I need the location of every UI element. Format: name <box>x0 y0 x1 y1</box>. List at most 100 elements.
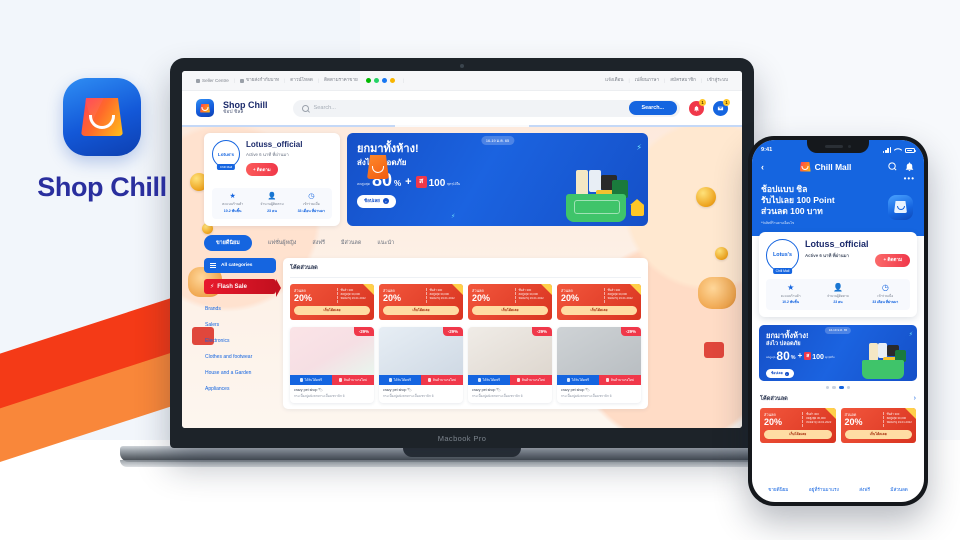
chevron-left-icon[interactable]: ‹ <box>761 162 764 172</box>
search-icon[interactable] <box>887 161 898 172</box>
stat-followers: 👤 จำนวนผู้ติดตาม 23 คน <box>814 283 861 305</box>
voucher-card[interactable]: ส่วนลด 20% ขั้นต่ำ 300 ลดสูงสุด 30,000 ห… <box>840 407 916 443</box>
flash-sale-button[interactable]: ⚡ Flash Sale <box>204 279 281 297</box>
carousel-dot[interactable] <box>832 385 836 389</box>
store-content: Lotus's Chill Mall Lotuss_official Activ… <box>204 133 648 410</box>
tab-free-shipping[interactable]: ส่งฟรี <box>312 239 325 247</box>
product-shop-name: crazy pet shop 🏷 <box>294 388 323 392</box>
search-input[interactable]: Search... <box>314 105 624 111</box>
tab-popular[interactable]: ขายดีนิยม <box>768 487 788 494</box>
voucher-collect-button[interactable]: เก็บโค้ดเลย <box>561 306 637 315</box>
follow-button[interactable]: + ติดตาม <box>875 253 910 267</box>
voucher-card[interactable]: ส่วนลด 20% ขั้นต่ำ 300 ลดสูงสุด 30,000 ห… <box>290 284 374 320</box>
carousel-dots[interactable] <box>752 385 924 389</box>
tab-womens-fashion[interactable]: แฟชั่นผู้หญิง <box>268 239 297 247</box>
topbar-item-language[interactable]: เปลี่ยนภาษา <box>635 77 659 84</box>
carousel-dot[interactable] <box>846 385 851 389</box>
mail-icon[interactable]: 1 <box>713 98 730 116</box>
product-tag-hot: สินค้ามาแรงใหม่ <box>599 375 641 385</box>
coupon-icon: ส <box>804 352 812 361</box>
instagram-icon[interactable] <box>389 78 395 83</box>
product-image: -29% <box>379 327 463 375</box>
line-icon[interactable] <box>365 78 371 83</box>
voucher-collect-button[interactable]: เก็บโค้ดเลย <box>844 429 912 439</box>
product-discount-badge: -29% <box>353 327 374 336</box>
header-logo-icon[interactable] <box>196 99 214 117</box>
phone-bottom-tabs[interactable]: ขายดีนิยม อยู่ที่ร้านมาแรง ส่งฟรี มีส่วน… <box>752 487 924 494</box>
stat-joined: ◷ เข้าร่วมเมื่อ 33 เดือน ที่ผ่านมา <box>862 283 909 305</box>
whatsapp-icon[interactable] <box>373 78 379 83</box>
sidebar-item-clothes[interactable]: Clothes and footwear <box>204 349 276 365</box>
facebook-icon[interactable] <box>381 78 387 83</box>
voucher-list: ส่วนลด 20% ขั้นต่ำ 300 ลดสูงสุด 30,000 ห… <box>290 284 641 320</box>
sidebar-item-brands[interactable]: Brands <box>204 301 276 317</box>
product-body: crazy pet shop 🏷 กระเบื้องปูผนังลายกระเบ… <box>468 385 552 403</box>
store-avatar: Lotus's Chill Mall <box>212 140 240 170</box>
promo-banner[interactable]: 16-19 ม.ค. 65 ยกมาทั้งห้าง! ส่งไว ปลอดภั… <box>347 133 648 226</box>
tab-free-shipping[interactable]: ส่งฟรี <box>859 487 870 494</box>
voucher-collect-button[interactable]: เก็บโค้ดเลย <box>472 306 548 315</box>
tab-discounted[interactable]: มีส่วนลด <box>890 487 907 494</box>
voucher-card[interactable]: ส่วนลด 20% ขั้นต่ำ 300 ลดสูงสุด 30,000 ห… <box>760 407 836 443</box>
voucher-collect-button[interactable]: เก็บโค้ดเลย <box>294 306 370 315</box>
topbar-item-4[interactable]: ติดตามราคาขาย <box>324 77 358 84</box>
tab-popular[interactable]: ขายดีนิยม <box>204 235 252 251</box>
bell-icon[interactable] <box>904 161 915 172</box>
search-button[interactable]: Search... <box>628 101 677 115</box>
voucher-card[interactable]: ส่วนลด 20% ขั้นต่ำ 300 ลดสูงสุด 30,000 ห… <box>468 284 552 320</box>
search-icon <box>301 104 309 112</box>
stat-value: 10.2 พันชิ้น <box>782 299 800 304</box>
voucher-percent: 20% <box>844 416 863 427</box>
store-active-status: Active 6 นาที ที่ผ่านมา <box>805 252 849 258</box>
all-categories-button[interactable]: All categories <box>204 258 276 273</box>
tab-trending[interactable]: อยู่ที่ร้านมาแรง <box>809 487 839 494</box>
topbar-item-seller-centre[interactable]: Seller Centre <box>196 78 229 83</box>
promo-discount-pre: ลดสูงสุด <box>766 356 776 360</box>
voucher-card[interactable]: ส่วนลด 20% ขั้นต่ำ 300 ลดสูงสุด 30,000 ห… <box>557 284 641 320</box>
stat-rating: ★ คะแนนร้านค้า 10.2 พันชิ้น <box>767 283 814 305</box>
product-card[interactable]: -29% ได้รับโค้ดฟรี สินค้ามาแรงใหม่ crazy… <box>557 327 641 404</box>
product-card[interactable]: -29% ได้รับโค้ดฟรี สินค้ามาแรงใหม่ crazy… <box>379 327 463 404</box>
brand-lockup: Shop Chill <box>22 78 182 203</box>
store-logo-text: Lotus's <box>217 151 235 157</box>
topbar-item-signup[interactable]: สมัครสมาชิก <box>670 77 696 84</box>
carousel-dot-active[interactable] <box>838 385 844 389</box>
category-tabs[interactable]: ขายดีนิยม แฟชั่นผู้หญิง ส่งฟรี มีส่วนลด … <box>204 235 648 251</box>
front-camera-icon <box>847 144 852 149</box>
social-icons[interactable] <box>365 78 395 83</box>
promo-cta-button[interactable]: ช้อปเลย › <box>766 369 795 379</box>
followers-icon: 👤 <box>267 193 277 200</box>
phone-promo-banner[interactable]: 16-19 ม.ค. 65 ยกมาทั้งห้าง! ส่งไว ปลอดภั… <box>759 324 917 381</box>
voucher-percent: 20% <box>472 293 491 303</box>
product-card[interactable]: -29% ได้รับโค้ดฟรี สินค้ามาแรงใหม่ crazy… <box>290 327 374 404</box>
search-bar[interactable]: Search... Search... <box>292 99 680 117</box>
product-tags: ได้รับโค้ดฟรี สินค้ามาแรงใหม่ <box>468 375 552 385</box>
voucher-collect-button[interactable]: เก็บโค้ดเลย <box>764 429 832 439</box>
promo-cta-button[interactable]: ช้อปเลย › <box>357 194 396 208</box>
product-card[interactable]: -29% ได้รับโค้ดฟรี สินค้ามาแรงใหม่ crazy… <box>468 327 552 404</box>
notification-bell-icon[interactable]: 1 <box>689 98 706 116</box>
carousel-dot[interactable] <box>825 385 830 389</box>
sidebar-item-electronics[interactable]: Electronics <box>204 333 276 349</box>
tab-recommended[interactable]: แนะนำ <box>377 239 394 247</box>
sidebar-item-salers[interactable]: Salers <box>204 317 276 333</box>
phone-store-card: + ติดตาม Lotus's Chill Mall Lotuss_offic… <box>759 231 917 317</box>
follow-button[interactable]: + ติดตาม <box>246 163 278 176</box>
sidebar-item-appliances[interactable]: Appliances <box>204 381 276 397</box>
product-tag-hot: สินค้ามาแรงใหม่ <box>332 375 374 385</box>
phone-navbar: ‹ Chill Mall <box>761 161 915 172</box>
voucher-collect-button[interactable]: เก็บโค้ดเลย <box>383 306 459 315</box>
status-time: 9:41 <box>761 146 773 153</box>
promo-coupon-note: ทุกๆ10ใบ <box>824 356 835 360</box>
phone-screen: 9:41 ‹ Chill Mall ••• ช้อปแบบ ชิล รับไปเ… <box>752 140 924 502</box>
topbar-item-login[interactable]: เข้าสู่ระบบ <box>707 77 728 84</box>
topbar-item-3[interactable]: ดาวน์โหลด <box>290 77 313 84</box>
chevron-right-icon[interactable]: › <box>914 395 916 402</box>
phone-notch <box>807 140 869 153</box>
tab-discounted[interactable]: มีส่วนลด <box>341 239 361 247</box>
topbar-item-2[interactable]: ขายส่งกำกับบาท <box>240 77 279 84</box>
topbar-item-notify[interactable]: แจ้งเตือน <box>605 77 623 84</box>
more-dots-icon[interactable]: ••• <box>761 174 915 183</box>
sidebar-item-house-garden[interactable]: House and a Garden <box>204 365 276 381</box>
voucher-card[interactable]: ส่วนลด 20% ขั้นต่ำ 300 ลดสูงสุด 30,000 ห… <box>379 284 463 320</box>
